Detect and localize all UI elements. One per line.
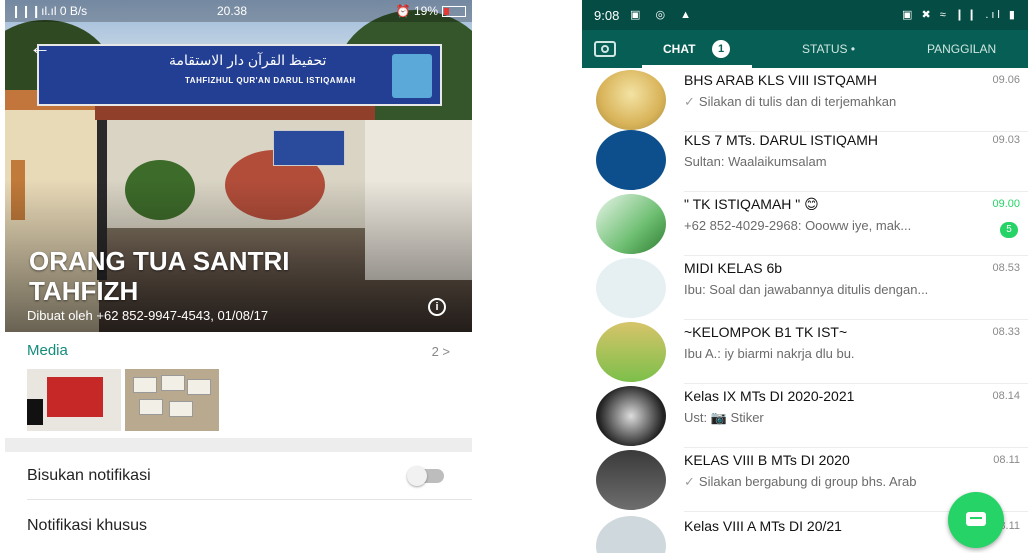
chat-avatar[interactable] <box>596 322 666 382</box>
school-sign <box>273 130 345 166</box>
chat-last-message: Ibu A.: iy biarmi nakrja dlu bu. <box>684 346 984 361</box>
chat-time: 09.00 <box>992 198 1020 210</box>
notification-icons: ▣ ◎ ▲ <box>630 9 697 21</box>
chat-name: KLS 7 MTs. DARUL ISTIQAMH <box>684 132 878 148</box>
unread-count-badge: 5 <box>1000 222 1018 238</box>
chat-last-message: Ust: 📷 Stiker <box>684 410 984 426</box>
banner-latin-text: TAHFIZHUL QUR'AN DARUL ISTIQAMAH <box>185 76 356 85</box>
new-chat-button[interactable] <box>948 492 1004 548</box>
tab-status[interactable]: STATUS • <box>802 42 855 56</box>
tab-chat-label: CHAT <box>663 42 696 56</box>
chat-row[interactable]: ~KELOMPOK B1 TK IST~ 08.33 Ibu A.: iy biar… <box>582 320 1028 384</box>
chat-time: 09.03 <box>992 134 1020 146</box>
chat-message-text: Silakan di tulis dan di terjemahkan <box>698 94 897 109</box>
chat-row[interactable]: MIDI KELAS 6b 08.53 Ibu: Soal dan jawabann… <box>582 256 1028 320</box>
group-title-line2: TAHFIZH <box>29 276 139 306</box>
school-banner: تحفيظ القرآن دار الاستقامة TAHFIZHUL QUR… <box>37 44 442 106</box>
chat-last-message: ✓ Silakan di tulis dan di terjemahkan <box>684 94 984 110</box>
chat-time: 08.33 <box>992 326 1020 338</box>
custom-notifications-label: Notifikasi khusus <box>27 517 148 534</box>
custom-notifications-row[interactable]: Notifikasi khusus <box>27 502 472 550</box>
chat-last-message: ✓ Silakan bergabung di group bhs. Arab <box>684 474 984 490</box>
battery-icon <box>442 6 466 17</box>
chat-message-text: Ibu A.: iy biarmi nakrja dlu bu. <box>684 346 855 361</box>
camera-icon[interactable] <box>594 41 616 57</box>
mute-notifications-row[interactable]: Bisukan notifikasi <box>27 452 472 500</box>
chat-avatar[interactable] <box>596 516 666 553</box>
media-count-link[interactable]: 2 > <box>432 344 450 359</box>
chat-last-message: Sultan: Waalaikumsalam <box>684 154 984 169</box>
chat-message-text: Silakan bergabung di group bhs. Arab <box>698 474 917 489</box>
tab-chat[interactable]: CHAT 1 <box>642 30 752 68</box>
group-info-screen: تحفيظ القرآن دار الاستقامة TAHFIZHUL QUR… <box>5 0 472 553</box>
system-icons: ▣ ✖ ≈ ❙❙ .ıl ▮ <box>902 9 1018 21</box>
chat-avatar[interactable] <box>596 450 666 510</box>
group-created-by: Dibuat oleh +62 852-9947-4543, 01/08/17 <box>27 308 269 323</box>
chat-name: BHS ARAB KLS VIII ISTQAMH <box>684 72 877 88</box>
status-time: 9:08 <box>594 8 620 23</box>
chat-avatar[interactable] <box>596 70 666 130</box>
chat-message-text: Ibu: Soal dan jawabannya ditulis dengan.… <box>684 282 929 297</box>
status-bar: ❙❙❙ıl.ıl 0 B/s 20.38 ⏰ 19% <box>5 0 472 22</box>
chat-row[interactable]: " TK ISTIQAMAH " 😊 09.00 +62 852-4029-2968… <box>582 192 1028 256</box>
back-arrow-icon[interactable]: ← <box>29 34 51 60</box>
tab-calls[interactable]: PANGGILAN <box>927 42 996 56</box>
chat-time: 08.14 <box>992 390 1020 402</box>
chat-time: 09.06 <box>992 74 1020 86</box>
chat-last-message: +62 852-4029-2968: Oooww iye, mak... <box>684 218 984 233</box>
chat-avatar[interactable] <box>596 194 666 254</box>
media-thumbnail-1[interactable] <box>27 369 121 431</box>
media-thumbnail-2[interactable] <box>125 369 219 431</box>
status-bar: 9:08 ▣ ◎ ▲ ▣ ✖ ≈ ❙❙ .ıl ▮ <box>582 0 1028 30</box>
sent-check-icon: ✓ <box>684 474 695 489</box>
chat-avatar[interactable] <box>596 130 666 190</box>
chat-avatar[interactable] <box>596 386 666 446</box>
chat-message-text: Sultan: Waalaikumsalam <box>684 154 827 169</box>
chat-row[interactable]: Kelas IX MTs DI 2020-2021 08.14 Ust: 📷 Sti… <box>582 384 1028 448</box>
chat-list-screen: 9:08 ▣ ◎ ▲ ▣ ✖ ≈ ❙❙ .ıl ▮ CHAT 1 STATUS … <box>582 0 1028 553</box>
chat-row[interactable]: BHS ARAB KLS VIII ISTQAMH 09.06 ✓ Silakan d… <box>582 68 1028 132</box>
chat-name: " TK ISTIQAMAH " 😊 <box>684 196 819 212</box>
tab-bar: CHAT 1 STATUS • PANGGILAN <box>582 30 1028 68</box>
battery-percent: ⏰ 19% <box>395 4 438 18</box>
chat-time: 08.53 <box>992 262 1020 274</box>
chat-message-text: Ust: 📷 Stiker <box>684 410 764 425</box>
chat-row[interactable]: KLS 7 MTs. DARUL ISTIQAMH 09.03 Sultan: Wa… <box>582 128 1028 192</box>
chat-name: KELAS VIII B MTs DI 2020 <box>684 452 850 468</box>
banner-arabic-text: تحفيظ القرآن دار الاستقامة <box>169 52 327 68</box>
signal-speed: ❙❙❙ıl.ıl 0 B/s <box>11 4 88 18</box>
chat-name: MIDI KELAS 6b <box>684 260 783 276</box>
tab-chat-badge: 1 <box>712 40 730 58</box>
chat-name: ~KELOMPOK B1 TK IST~ <box>684 324 848 340</box>
chat-time: 08.11 <box>993 454 1020 466</box>
mute-toggle[interactable] <box>407 466 444 486</box>
info-icon[interactable]: i <box>428 298 446 316</box>
mute-notifications-label: Bisukan notifikasi <box>27 467 151 484</box>
media-label: Media <box>27 342 68 359</box>
chat-name: Kelas IX MTs DI 2020-2021 <box>684 388 855 404</box>
message-icon <box>966 512 986 526</box>
chat-last-message: Ibu: Soal dan jawabannya ditulis dengan.… <box>684 282 984 297</box>
group-title-line1: ORANG TUA SANTRI <box>29 246 290 276</box>
group-title: ORANG TUA SANTRI TAHFIZH <box>29 246 429 306</box>
chat-name: Kelas VIII A MTs DI 20/21 <box>684 518 842 534</box>
status-time: 20.38 <box>217 4 248 18</box>
sent-check-icon: ✓ <box>684 94 695 109</box>
chat-avatar[interactable] <box>596 258 666 318</box>
chat-message-text: +62 852-4029-2968: Oooww iye, mak... <box>684 218 912 233</box>
school-logo <box>392 54 432 98</box>
